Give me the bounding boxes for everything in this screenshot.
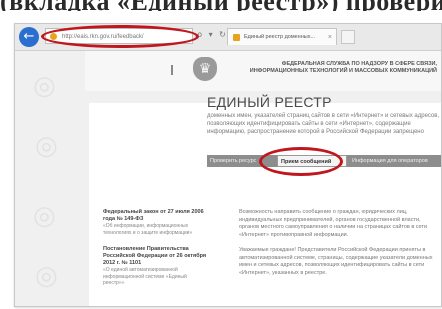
main-paragraph: Уважаемые граждане! Представители Россий… bbox=[239, 247, 433, 276]
back-arrow-icon: ← bbox=[23, 29, 35, 44]
watermark-icon: ◎ bbox=[33, 71, 56, 101]
news-sidebar: Федеральный закон от 27 июля 2006 года №… bbox=[103, 209, 207, 297]
tab-close-icon[interactable]: × bbox=[328, 29, 332, 45]
main-text: Возможность направить сообщение о гражда… bbox=[239, 209, 439, 285]
browser-tab[interactable]: Единый реестр доменных... × bbox=[227, 28, 337, 45]
address-highlight-oval bbox=[41, 25, 199, 48]
news-title[interactable]: Федеральный закон от 27 июля 2006 года №… bbox=[103, 209, 207, 223]
address-controls[interactable]: ρ ▾ ↻ bbox=[197, 30, 228, 39]
tab-label: Единый реестр доменных... bbox=[244, 34, 316, 40]
news-text: «Об информации, информационных технологи… bbox=[103, 223, 193, 236]
slide-caption: (вкладка «Единый реестр») проверить bbox=[0, 0, 442, 11]
back-button[interactable]: ← bbox=[19, 27, 39, 47]
text-cursor bbox=[171, 65, 173, 75]
news-text: «О единой автоматизированной информацион… bbox=[103, 267, 187, 286]
main-paragraph: Возможность направить сообщение о гражда… bbox=[239, 209, 428, 238]
watermark-icon: ◎ bbox=[35, 261, 58, 291]
page-title: ЕДИНЫЙ РЕЕСТР bbox=[207, 94, 332, 110]
watermark-icon: ◎ bbox=[35, 131, 58, 161]
screenshot-scene: (вкладка «Единый реестр») проверить ← ht… bbox=[0, 0, 442, 309]
news-title[interactable]: Постановление Правительства Российской Ф… bbox=[103, 246, 207, 267]
browser-screenshot: ← http://eais.rkn.gov.ru/feedback/ ρ ▾ ↻… bbox=[14, 23, 442, 307]
watermark-icon: ◎ bbox=[33, 201, 56, 231]
agency-name: ФЕДЕРАЛЬНАЯ СЛУЖБА ПО НАДЗОРУ В СФЕРЕ СВ… bbox=[249, 61, 437, 74]
page-subtitle: доменных имен, указателей страниц сайтов… bbox=[207, 113, 440, 135]
coat-of-arms-icon: ♛ bbox=[193, 57, 217, 81]
menu-highlight-oval bbox=[259, 147, 343, 176]
new-tab-button[interactable] bbox=[341, 30, 355, 44]
tab-favicon-icon bbox=[233, 34, 240, 41]
menu-item-operator-info[interactable]: Информация для операторов bbox=[349, 155, 441, 167]
